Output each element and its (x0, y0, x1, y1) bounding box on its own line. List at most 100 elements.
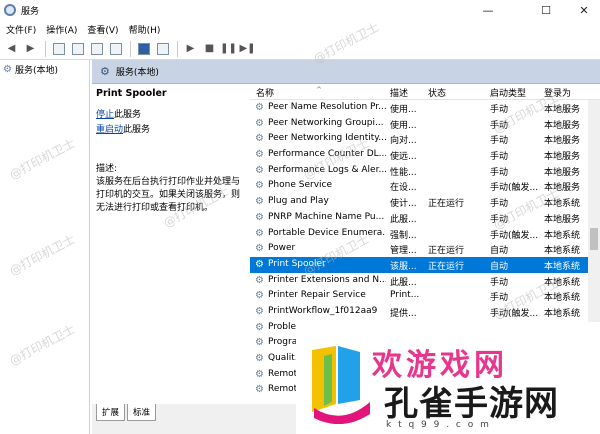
table-row[interactable]: ⚙ Printer Extensions and N... 此服... 手动 本地系统 (250, 273, 600, 289)
tab-standard[interactable]: 标准 (127, 404, 157, 421)
service-startup-cell: 手动(触发... (490, 230, 539, 241)
site-logo-overlay: 欢游戏网 孔雀手游网 k t q 9 9 . c o m (296, 322, 600, 434)
table-row[interactable]: ⚙ Peer Networking Identity... 向对... 手动 本地服务 (250, 131, 600, 147)
service-startup-cell: 手动 (490, 277, 509, 288)
menu-file[interactable]: 文件(F) (6, 23, 36, 36)
service-logon-cell: 本地服务 (544, 120, 581, 131)
service-logon-cell: 本地系统 (544, 261, 581, 272)
restart-suffix: 此服务 (123, 125, 151, 135)
service-startup-cell: 手动 (490, 105, 509, 115)
service-description-cell: 此服... (390, 277, 417, 288)
gear-icon: ⚙ (255, 102, 264, 113)
gear-icon: ⚙ (255, 133, 264, 145)
table-row[interactable]: ⚙ PrintWorkflow_1f012aa9 提供... 手动(触发... 本地系统 (250, 304, 600, 320)
properties-icon[interactable] (69, 40, 86, 57)
gear-icon: ⚙ (255, 274, 264, 286)
gear-icon: ⚙ (255, 227, 264, 239)
table-row[interactable]: ⚙ Plug and Play 使计... 正在运行 手动 本地系统 (250, 194, 600, 210)
service-description-cell: 此服... (390, 214, 417, 225)
logo-sub-text: k t q 9 9 . c o m (386, 420, 491, 430)
gear-icon: ⚙ (255, 164, 264, 176)
stop-service-icon[interactable]: ■ (201, 40, 218, 57)
close-button[interactable]: ✕ (568, 0, 600, 20)
column-description[interactable]: 描述 (390, 86, 408, 99)
table-row[interactable]: ⚙ Phone Service 在设... 手动(触发... 本地服务 (250, 178, 600, 194)
menu-help[interactable]: 帮助(H) (129, 23, 161, 36)
service-startup-cell: 手动 (490, 214, 509, 225)
tree-item-label: 服务(本地) (14, 65, 58, 76)
service-startup-cell: 自动 (490, 261, 509, 272)
gear-icon: ⚙ (3, 63, 12, 75)
service-logon-cell: 本地服务 (544, 214, 581, 225)
column-status[interactable]: 状态 (428, 86, 446, 99)
column-name[interactable]: 名称 (256, 86, 274, 99)
view-icon[interactable] (154, 40, 171, 57)
service-description-cell: 使计... (390, 199, 417, 210)
service-startup-cell: 手动 (490, 152, 509, 163)
help-icon[interactable] (135, 40, 152, 57)
service-name-cell: Performance Counter DL... (268, 149, 386, 160)
scrollbar-thumb[interactable] (590, 228, 598, 250)
service-name-cell: Plug and Play (268, 196, 329, 207)
table-row[interactable]: ⚙ Portable Device Enumera... 强制... 手动(触发...… (250, 226, 600, 242)
refresh-icon[interactable] (88, 40, 105, 57)
menu-bar: 文件(F) 操作(A) 查看(V) 帮助(H) (0, 20, 600, 38)
gear-icon: ⚙ (255, 384, 264, 396)
show-tree-icon[interactable] (50, 40, 67, 57)
service-name-cell: Peer Networking Identity... (268, 133, 386, 144)
table-row[interactable]: ⚙ Printer Repair Service Print... 手动 本地系统 (250, 288, 600, 304)
table-row[interactable]: ⚙ Performance Counter DL... 使远... 手动 本地服务 (250, 147, 600, 163)
column-startup-type[interactable]: 启动类型 (490, 86, 526, 99)
service-logon-cell: 本地系统 (544, 293, 581, 304)
service-startup-cell: 手动 (490, 199, 509, 210)
restart-service-link[interactable]: 重启动 (96, 125, 123, 135)
start-service-icon[interactable]: ▶ (182, 40, 199, 57)
export-list-icon[interactable] (107, 40, 124, 57)
stop-action: 停止此服务 (96, 107, 244, 120)
description-pane: Print Spooler 停止此服务 重启动此服务 描述: 该服务在后台执行打… (92, 84, 248, 404)
minimize-button[interactable]: — (472, 0, 504, 20)
services-app-icon (4, 4, 16, 16)
service-startup-cell: 手动(触发... (490, 183, 539, 194)
service-description-cell: 管理... (390, 246, 417, 257)
title-bar: 服务 — ☐ ✕ (0, 0, 600, 20)
column-logon-as[interactable]: 登录为 (544, 86, 571, 99)
menu-action[interactable]: 操作(A) (46, 23, 77, 36)
toolbar-separator (45, 40, 46, 57)
content-header-title: 服务(本地) (115, 68, 159, 78)
maximize-button[interactable]: ☐ (530, 0, 562, 20)
service-name-cell: Peer Networking Groupi... (268, 117, 384, 128)
menu-view[interactable]: 查看(V) (87, 23, 118, 36)
service-name-cell: PNRP Machine Name Pu... (268, 211, 385, 222)
table-row[interactable]: ⚙ Performance Logs & Aler... 性能... 手动 本地服务 (250, 163, 600, 179)
pause-service-icon[interactable]: ❚❚ (220, 40, 237, 57)
gear-icon: ⚙ (255, 368, 264, 380)
service-name-cell: PrintWorkflow_1f012aa9 (268, 305, 378, 316)
service-logon-cell: 本地服务 (544, 136, 581, 147)
service-description-cell: 向对... (390, 136, 417, 147)
tab-extended[interactable]: 扩展 (96, 404, 126, 421)
console-tree: ⚙ 服务(本地) (0, 60, 90, 434)
tree-item-services-local[interactable]: ⚙ 服务(本地) (0, 60, 89, 78)
logo-main-text: 孔雀手游网 (384, 384, 559, 424)
gear-icon: ⚙ (255, 196, 264, 208)
stop-service-link[interactable]: 停止 (96, 110, 114, 120)
back-arrow-icon[interactable]: ◀ (3, 40, 20, 57)
service-status-cell: 正在运行 (428, 261, 465, 272)
gear-icon: ⚙ (255, 353, 264, 364)
gear-icon: ⚙ (100, 65, 110, 78)
service-logon-cell: 本地系统 (544, 230, 581, 241)
service-logon-cell: 本地系统 (544, 308, 581, 319)
gear-icon: ⚙ (255, 211, 264, 223)
gear-icon: ⚙ (255, 117, 264, 129)
gear-icon: ⚙ (255, 180, 264, 192)
table-row[interactable]: ⚙ Print Spooler 该服... 正在运行 自动 本地系统 (250, 256, 600, 273)
restart-service-icon[interactable]: ▶❚ (239, 40, 256, 57)
table-row[interactable]: ⚙ Power 管理... 正在运行 自动 本地系统 (250, 241, 600, 257)
table-row[interactable]: ⚙ Peer Name Resolution Pr... 使用... 手动 本地服务 (250, 100, 600, 116)
forward-arrow-icon[interactable]: ▶ (22, 40, 39, 57)
service-startup-cell: 手动 (490, 293, 509, 304)
table-row[interactable]: ⚙ Peer Networking Groupi... 使用... 手动 本地服务 (250, 116, 600, 132)
table-row[interactable]: ⚙ PNRP Machine Name Pu... 此服... 手动 本地服务 (250, 210, 600, 226)
service-description-cell: 提供... (390, 308, 417, 319)
